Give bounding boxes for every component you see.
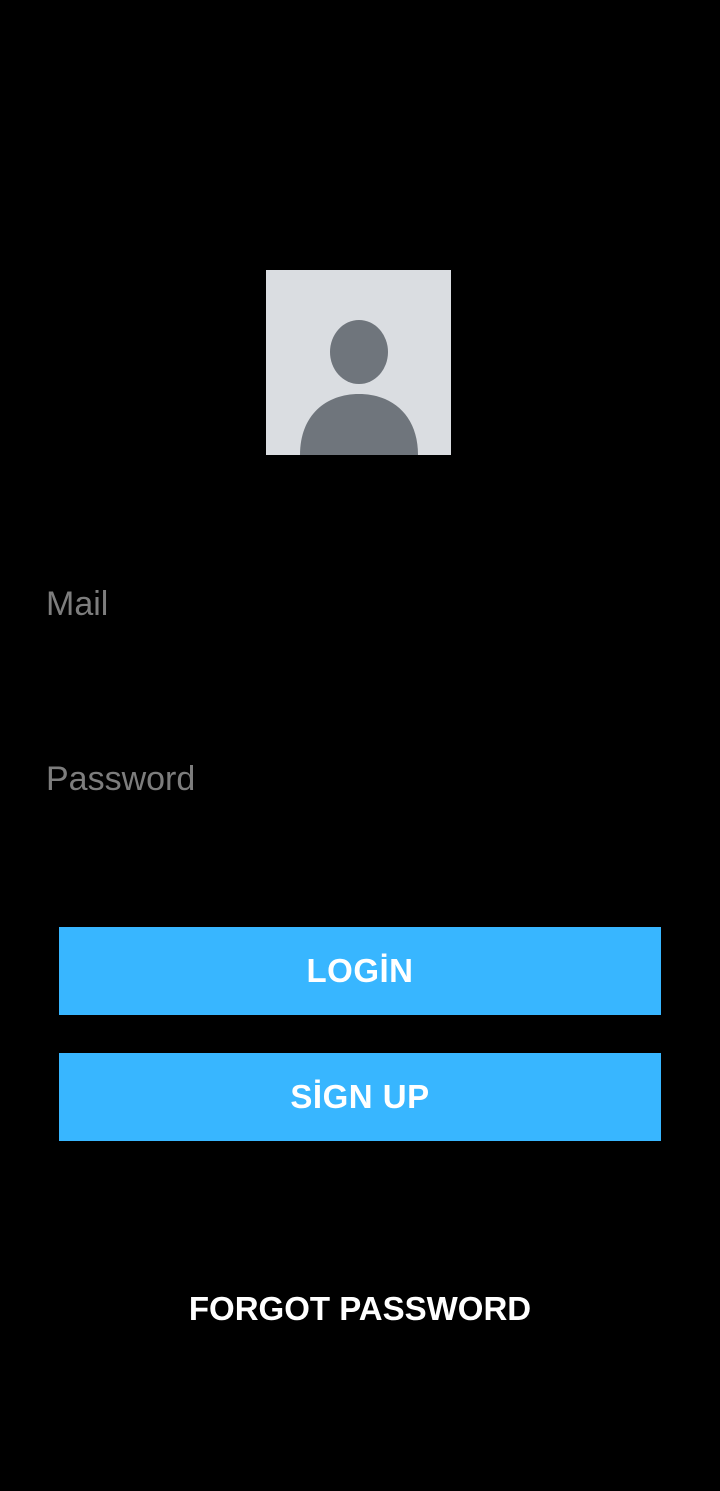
forgot-password-link[interactable]: FORGOT PASSWORD xyxy=(0,1284,720,1334)
login-button[interactable]: LOGİN xyxy=(59,927,661,1015)
avatar[interactable] xyxy=(266,270,451,455)
sign-up-button[interactable]: SİGN UP xyxy=(59,1053,661,1141)
password-input[interactable] xyxy=(46,749,674,809)
mail-input[interactable] xyxy=(46,574,674,634)
person-silhouette-icon xyxy=(266,270,451,455)
